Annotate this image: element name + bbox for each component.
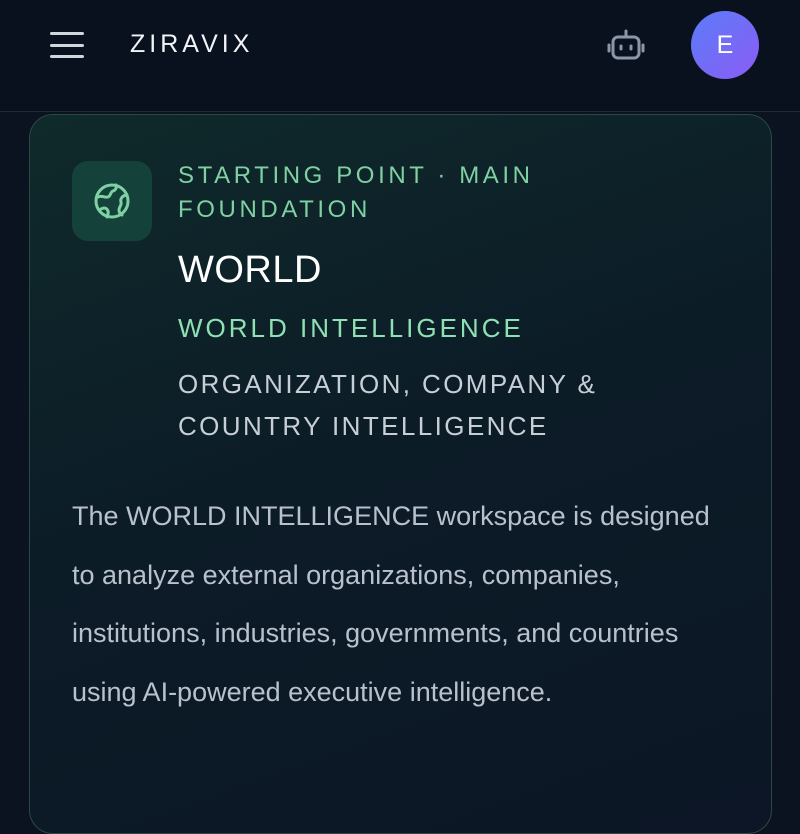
menu-line — [50, 55, 84, 58]
workspace-tagline: ORGANIZATION, COMPANY & COUNTRY INTELLIG… — [178, 369, 598, 441]
hamburger-menu-icon[interactable] — [48, 28, 86, 62]
top-app-bar: ZIRAVIX E — [0, 0, 800, 112]
globe-icon — [72, 161, 152, 241]
menu-line — [50, 43, 84, 47]
workspace-card[interactable]: STARTING POINT · MAIN FOUNDATION WORLD W… — [29, 114, 772, 834]
workspace-subtitle: WORLD INTELLIGENCE — [178, 313, 524, 343]
workspace-eyebrow: STARTING POINT · MAIN FOUNDATION — [178, 162, 534, 223]
menu-line — [50, 32, 84, 35]
workspace-description: The WORLD INTELLIGENCE workspace is desi… — [72, 501, 710, 707]
robot-icon[interactable] — [607, 28, 645, 62]
user-avatar[interactable]: E — [691, 11, 759, 79]
brand-logo[interactable]: ZIRAVIX — [130, 30, 253, 59]
workspace-title: WORLD — [178, 249, 322, 291]
